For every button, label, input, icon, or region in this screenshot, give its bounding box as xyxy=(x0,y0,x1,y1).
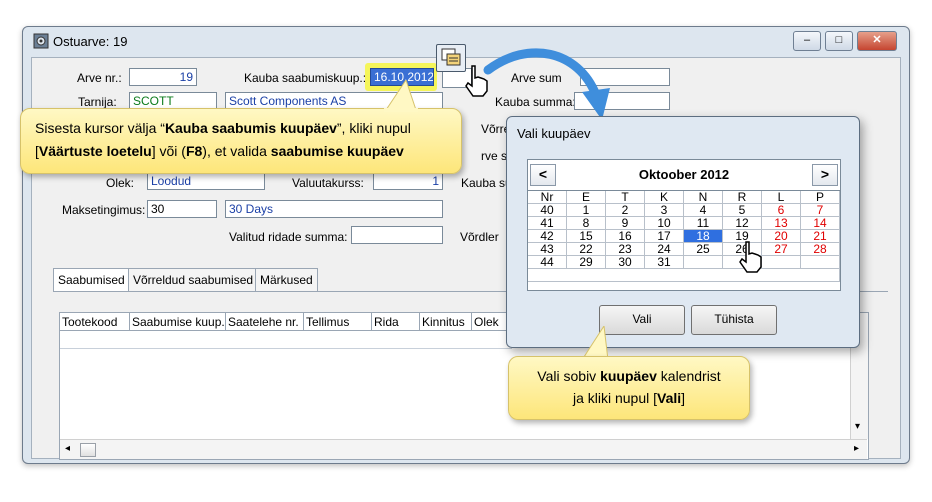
window-title: Ostuarve: 19 xyxy=(53,34,128,49)
callout-bottom-line-1: Vali sobiv kuupäev kalendrist xyxy=(537,368,721,384)
callout-bottom-line-2: ja kliki nupul [Vali] xyxy=(572,390,686,406)
instruction-callout-bottom: Vali sobiv kuupäev kalendrist ja kliki n… xyxy=(508,356,750,420)
tab-vorreldud-saabumised[interactable]: Võrreldud saabumised xyxy=(128,268,259,291)
scroll-left-icon[interactable]: ◂ xyxy=(65,443,70,454)
close-button[interactable]: ✕ xyxy=(857,31,897,51)
list-of-values-icon xyxy=(441,48,461,66)
arve-nr-label: Arve nr.: xyxy=(77,71,122,85)
calendar-grid: Nr E T K N R L P 40 1 2 3 4 5 6 7 41 8 9 10 11 12 13 14 42 15 16 17… xyxy=(528,190,840,289)
grid-header[interactable]: Kinnitus xyxy=(420,313,472,331)
maksetingimus-name-field[interactable]: 30 Days xyxy=(225,200,443,218)
arve-nr-field[interactable]: 19 xyxy=(129,68,197,86)
valuutakurss-field[interactable]: 1 xyxy=(373,172,443,190)
vordle-label: Võrdler xyxy=(460,230,499,244)
callout-pointer-bottom xyxy=(580,326,610,360)
maximize-button[interactable]: □ xyxy=(825,31,853,51)
horizontal-scrollbar[interactable]: ◂ ▸ xyxy=(60,439,867,459)
tab-saabumised[interactable]: Saabumised xyxy=(53,268,130,292)
grid-header[interactable]: Tootekood xyxy=(60,313,130,331)
maksetingimus-label: Maksetingimus: xyxy=(62,203,146,217)
calendar-day-cell[interactable]: 30 xyxy=(606,256,645,269)
instruction-callout-top: Sisesta kursor välja “Kauba saabumis kuu… xyxy=(20,108,462,174)
grid-header[interactable]: Saatelehe nr. xyxy=(226,313,304,331)
calendar-day-cell[interactable]: 31 xyxy=(645,256,684,269)
grid-header[interactable]: Rida xyxy=(372,313,420,331)
grid-header[interactable]: Saabumise kuup. xyxy=(130,313,226,331)
valitud-ridade-summa-label: Valitud ridade summa: xyxy=(229,230,348,244)
calendar-day-cell xyxy=(684,256,723,269)
valitud-ridade-summa-field[interactable] xyxy=(351,226,443,244)
callout-pointer xyxy=(384,80,418,112)
tuhista-button[interactable]: Tühista xyxy=(691,305,777,335)
calendar-day-cell xyxy=(801,256,840,269)
callout-line-2: [Väärtuste loetelu] või (F8), et valida … xyxy=(35,143,404,159)
grid-empty-row[interactable] xyxy=(60,331,512,349)
calendar-day-cell[interactable]: 29 xyxy=(567,256,606,269)
grid-header[interactable]: Tellimus xyxy=(304,313,372,331)
tab-markused[interactable]: Märkused xyxy=(255,268,318,291)
minimize-button[interactable]: – xyxy=(793,31,821,51)
calendar-day-cell[interactable]: 25 xyxy=(684,243,723,256)
dialog-title: Vali kuupäev xyxy=(517,126,591,141)
calendar-day-cell xyxy=(762,256,801,269)
hand-cursor-icon-calendar xyxy=(739,241,762,273)
kauba-saabumiskuup-label: Kauba saabumiskuup.: xyxy=(244,71,367,85)
valuutakurss-label: Valuutakurss: xyxy=(292,176,364,190)
scroll-thumb[interactable] xyxy=(80,443,96,457)
calendar: < > Oktoober 2012 Nr E T K N R L P 40 1 2 3 4 5 6 7 41 8 9… xyxy=(527,159,841,291)
calendar-empty-row xyxy=(528,269,840,282)
kauba-su-label: Kauba su xyxy=(461,176,512,190)
date-picker-dialog: Vali kuupäev < > Oktoober 2012 Nr E T K N R L P… xyxy=(506,116,860,348)
tarnija-label: Tarnija: xyxy=(78,95,117,109)
olek-field[interactable]: Loodud xyxy=(147,172,265,190)
maksetingimus-code-field[interactable]: 30 xyxy=(147,200,217,218)
scroll-down-icon[interactable]: ▾ xyxy=(855,421,860,432)
scroll-right-icon[interactable]: ▸ xyxy=(854,443,859,454)
app-icon xyxy=(33,33,49,49)
olek-label: Olek: xyxy=(106,176,135,190)
callout-line-1: Sisesta kursor välja “Kauba saabumis kuu… xyxy=(35,120,411,136)
month-title: Oktoober 2012 xyxy=(638,167,730,182)
calendar-day-cell[interactable]: 27 xyxy=(762,243,801,256)
week-number-cell: 44 xyxy=(528,256,567,269)
calendar-day-cell[interactable]: 28 xyxy=(801,243,840,256)
